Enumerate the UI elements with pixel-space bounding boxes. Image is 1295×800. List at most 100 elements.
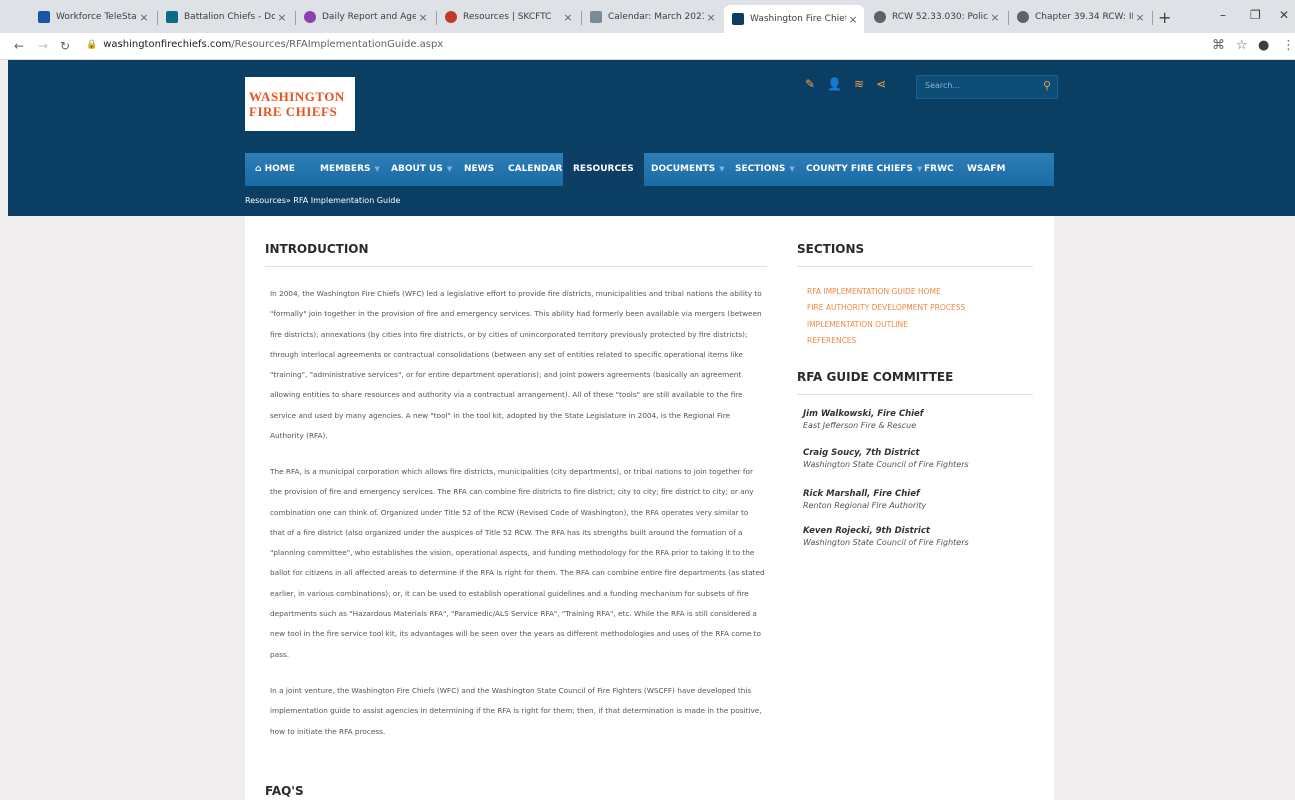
section-link-references[interactable]: REFERENCES xyxy=(807,333,965,349)
member-name: Jim Walkowski, Fire Chief xyxy=(803,409,924,419)
tab-title: Calendar: March 2021 xyxy=(608,12,704,22)
chevron-down-icon: ▼ xyxy=(719,165,725,173)
logo-line-2: FIRE CHIEFS xyxy=(249,104,338,119)
sections-heading: SECTIONS xyxy=(797,242,865,256)
section-links: RFA IMPLEMENTATION GUIDE HOME FIRE AUTHO… xyxy=(807,284,965,349)
member-org: East Jefferson Fire & Rescue xyxy=(803,421,917,430)
nav-label: DOCUMENTS xyxy=(651,164,716,174)
intro-paragraph-2: The RFA, is a municipal corporation whic… xyxy=(270,467,765,659)
committee-member: Keven Rojecki, 9th District Washington S… xyxy=(803,526,969,548)
url-path: /Resources/RFAImplementationGuide.aspx xyxy=(231,39,444,50)
tab-favicon-icon xyxy=(874,11,886,23)
tab-title: Workforce TeleStaff Login xyxy=(56,12,137,22)
new-tab-icon[interactable]: + xyxy=(1158,8,1171,27)
section-link-guide-home[interactable]: RFA IMPLEMENTATION GUIDE HOME xyxy=(807,284,965,300)
browser-tab[interactable]: RCW 52.33.030: Policy state × xyxy=(866,4,1006,30)
nav-label: CALENDAR xyxy=(508,164,563,174)
chevron-down-icon: ▼ xyxy=(446,165,453,173)
close-tab-icon[interactable]: × xyxy=(137,11,151,24)
nav-item-about-us[interactable]: ABOUT US ▼ xyxy=(391,153,452,186)
chevron-down-icon: ▼ xyxy=(374,165,380,173)
browser-toolbar: ← → ↻ 🔒 washingtonfirechiefs.com/Resource… xyxy=(0,33,1295,60)
nav-item-home[interactable]: ⌂ HOME xyxy=(255,153,295,186)
share-icon[interactable]: ⋖ xyxy=(876,77,886,91)
nav-item-sections[interactable]: SECTIONS ▼ xyxy=(735,153,795,186)
nav-label: NEWS xyxy=(464,164,495,174)
nav-label: MEMBERS xyxy=(320,164,371,174)
close-tab-icon[interactable]: × xyxy=(561,11,575,24)
committee-heading: RFA GUIDE COMMITTEE xyxy=(797,370,954,384)
extension-icon[interactable]: ⌘ xyxy=(1212,38,1225,53)
star-icon[interactable]: ☆ xyxy=(1236,38,1248,53)
search-placeholder: Search... xyxy=(925,81,961,90)
tab-title: Resources | SKCFTC xyxy=(463,12,552,22)
nav-item-members[interactable]: MEMBERS ▼ xyxy=(320,153,380,186)
nav-label: FRWC xyxy=(924,164,954,174)
close-tab-icon[interactable]: × xyxy=(846,13,860,26)
chevron-down-icon: ▼ xyxy=(789,165,795,173)
section-link-development-process[interactable]: FIRE AUTHORITY DEVELOPMENT PROCESS xyxy=(807,300,965,316)
minimize-icon[interactable]: – xyxy=(1220,8,1226,22)
home-icon: ⌂ xyxy=(255,164,262,174)
close-tab-icon[interactable]: × xyxy=(704,11,718,24)
tab-title: Battalion Chiefs - Documen xyxy=(184,12,275,22)
close-tab-icon[interactable]: × xyxy=(988,11,1002,24)
intro-paragraph-3: In a joint venture, the Washington Fire … xyxy=(270,686,762,736)
member-name: Craig Soucy, 7th District xyxy=(803,448,920,458)
nav-item-frwc[interactable]: FRWC xyxy=(924,153,954,186)
nav-item-county-fire-chiefs[interactable]: COUNTY FIRE CHIEFS ▼ xyxy=(806,153,922,186)
divider xyxy=(797,394,1033,395)
nav-label: ABOUT US xyxy=(391,164,443,174)
site-header: WASHINGTON FIRE CHIEFS ✎ 👤 ≋ ⋖ Search...… xyxy=(8,60,1295,216)
profile-icon[interactable]: ● xyxy=(1258,38,1269,53)
nav-item-resources[interactable]: RESOURCES xyxy=(563,153,644,186)
committee-member: Craig Soucy, 7th District Washington Sta… xyxy=(803,448,969,470)
close-tab-icon[interactable]: × xyxy=(416,11,430,24)
nav-item-documents[interactable]: DOCUMENTS ▼ xyxy=(651,153,725,186)
nav-item-news[interactable]: NEWS xyxy=(464,153,494,186)
close-tab-icon[interactable]: × xyxy=(275,11,289,24)
committee-member: Jim Walkowski, Fire Chief East Jefferson… xyxy=(803,409,924,431)
search-icon[interactable]: ⚲ xyxy=(1043,79,1051,92)
nav-item-wsafm[interactable]: WSAFM xyxy=(967,153,1005,186)
close-tab-icon[interactable]: × xyxy=(1133,11,1147,24)
tab-favicon-icon xyxy=(38,11,50,23)
logo-line-1: WASHINGTON xyxy=(249,89,345,104)
breadcrumb[interactable]: Resources» RFA Implementation Guide xyxy=(245,196,400,205)
browser-tab[interactable]: Daily Report and Agenda × xyxy=(296,4,434,30)
user-icon[interactable]: 👤 xyxy=(827,77,842,91)
site-search-input[interactable]: Search... ⚲ xyxy=(916,75,1058,99)
tab-favicon-icon xyxy=(732,13,744,25)
site-logo[interactable]: WASHINGTON FIRE CHIEFS xyxy=(245,77,355,131)
tab-favicon-icon xyxy=(166,11,178,23)
url-host: washingtonfirechiefs.com xyxy=(103,39,232,50)
lock-icon: 🔒 xyxy=(86,40,98,50)
nav-item-calendar[interactable]: CALENDAR xyxy=(508,153,562,186)
maximize-icon[interactable]: ❐ xyxy=(1250,8,1261,22)
browser-tab[interactable]: Resources | SKCFTC × xyxy=(437,4,579,30)
browser-tab-active[interactable]: Washington Fire Chiefs > R × xyxy=(724,5,864,33)
browser-tab[interactable]: Calendar: March 2021 × xyxy=(582,4,722,30)
main-navigation: ⌂ HOME MEMBERS ▼ ABOUT US ▼ NEWS CALENDAR … xyxy=(245,153,1054,186)
close-window-icon[interactable]: ✕ xyxy=(1279,8,1289,22)
nav-label: HOME xyxy=(264,164,295,174)
browser-tab-strip: Workforce TeleStaff Login × Battalion Ch… xyxy=(0,0,1295,33)
address-bar[interactable]: 🔒 washingtonfirechiefs.com/Resources/RFAI… xyxy=(86,39,443,50)
member-org: Washington State Council of Fire Fighter… xyxy=(803,538,969,547)
tab-title: Chapter 39.34 RCW: INTERL xyxy=(1035,12,1133,22)
arrow-left-icon[interactable]: ← xyxy=(14,39,24,53)
committee-member: Rick Marshall, Fire Chief Renton Regiona… xyxy=(803,489,926,511)
browser-tab[interactable]: Battalion Chiefs - Documen × xyxy=(158,4,293,30)
browser-tab[interactable]: Workforce TeleStaff Login × xyxy=(30,4,155,30)
nav-label: COUNTY FIRE CHIEFS xyxy=(806,164,913,174)
browser-tab[interactable]: Chapter 39.34 RCW: INTERL × xyxy=(1009,4,1151,30)
divider xyxy=(265,266,767,267)
section-link-implementation-outline[interactable]: IMPLEMENTATION OUTLINE xyxy=(807,317,965,333)
rss-icon[interactable]: ≋ xyxy=(854,77,864,91)
pencil-icon[interactable]: ✎ xyxy=(805,77,815,91)
reload-icon[interactable]: ↻ xyxy=(60,39,70,53)
nav-label: WSAFM xyxy=(967,164,1006,174)
kebab-menu-icon[interactable]: ⋮ xyxy=(1282,38,1295,53)
arrow-right-icon[interactable]: → xyxy=(38,39,48,53)
divider xyxy=(797,266,1033,267)
